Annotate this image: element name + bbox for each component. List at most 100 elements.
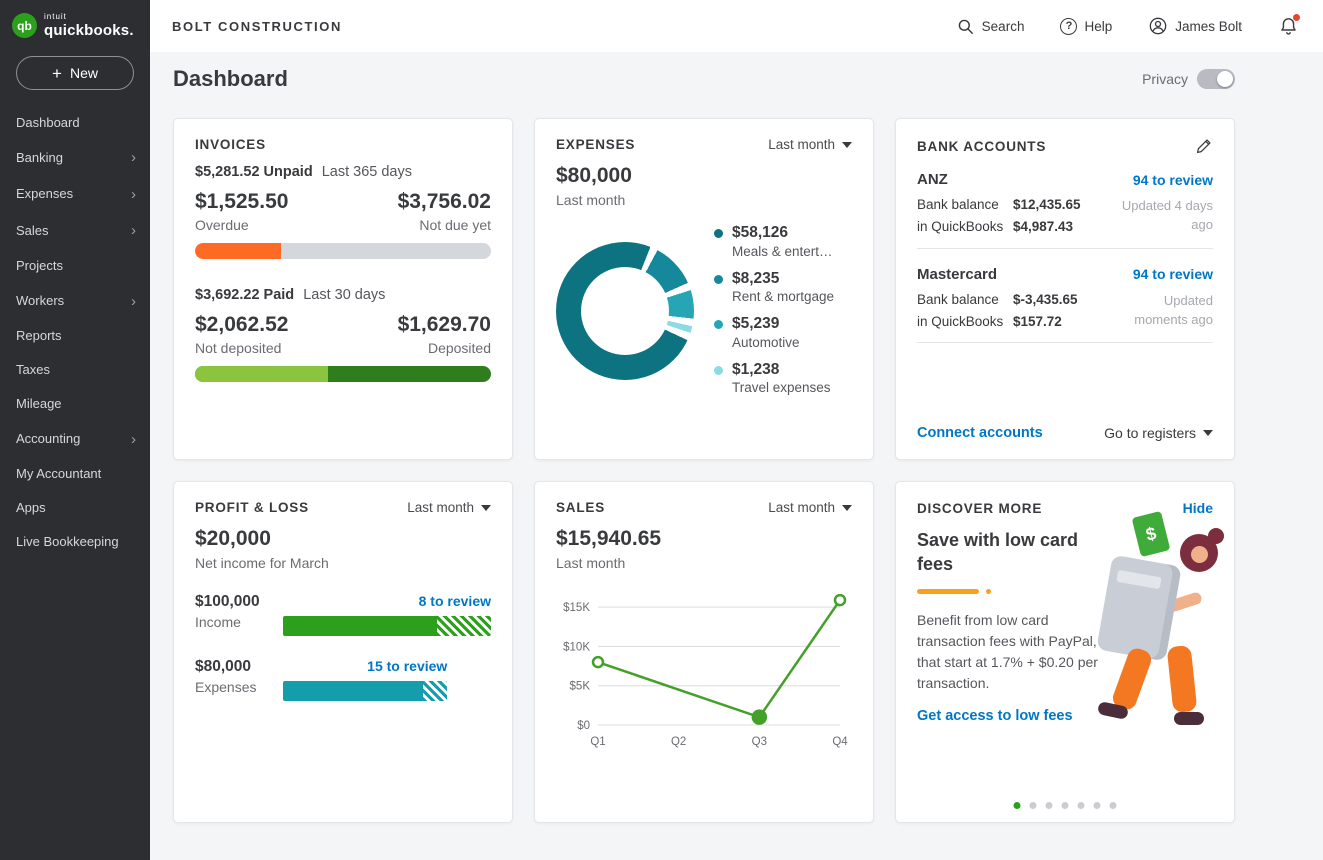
expenses-row: $80,000 Expenses 15 to review bbox=[195, 658, 491, 701]
sidebar-item-label: Sales bbox=[16, 223, 49, 240]
sidebar-item-mileage[interactable]: Mileage bbox=[0, 388, 150, 422]
svg-text:Q1: Q1 bbox=[590, 736, 605, 748]
sidebar-item-label: Banking bbox=[16, 150, 63, 167]
notifications-button[interactable] bbox=[1278, 16, 1299, 37]
quickbooks-logo[interactable]: qb intuit quickbooks. bbox=[0, 0, 150, 48]
carousel-dot[interactable] bbox=[1094, 802, 1101, 809]
carousel-dot[interactable] bbox=[1110, 802, 1117, 809]
profit-loss-period-label: Last month bbox=[407, 500, 474, 515]
income-label: Income bbox=[195, 614, 283, 630]
profit-loss-card-title: PROFIT & LOSS bbox=[195, 500, 309, 515]
expenses-review-link[interactable]: 15 to review bbox=[283, 658, 447, 674]
net-income-subtitle: Net income for March bbox=[195, 555, 491, 571]
user-icon bbox=[1148, 16, 1168, 36]
legend-item[interactable]: $8,235Rent & mortgage bbox=[714, 270, 852, 307]
sales-total: $15,940.65 bbox=[556, 527, 852, 551]
chevron-right-icon bbox=[131, 430, 136, 450]
top-bar: BOLT CONSTRUCTION Search Help James Bolt bbox=[150, 0, 1323, 52]
new-button[interactable]: New bbox=[16, 56, 134, 90]
account-review-link[interactable]: 94 to review bbox=[1133, 172, 1213, 188]
top-actions: Search Help James Bolt bbox=[956, 16, 1299, 37]
account-updated: Updated moments ago bbox=[1116, 292, 1213, 330]
sidebar-item-live-bookkeeping[interactable]: Live Bookkeeping bbox=[0, 526, 150, 560]
hide-link[interactable]: Hide bbox=[1183, 500, 1213, 516]
svg-text:$5K: $5K bbox=[570, 681, 591, 693]
sidebar-item-label: Dashboard bbox=[16, 115, 80, 132]
sales-period-dropdown[interactable]: Last month bbox=[768, 500, 852, 515]
go-to-registers-dropdown[interactable]: Go to registers bbox=[1104, 425, 1213, 441]
sidebar-item-taxes[interactable]: Taxes bbox=[0, 354, 150, 388]
carousel-dot[interactable] bbox=[1062, 802, 1069, 809]
sidebar-item-label: Live Bookkeeping bbox=[16, 534, 119, 551]
legend-amount: $5,239 bbox=[732, 315, 779, 332]
brand-text: intuit quickbooks. bbox=[44, 13, 134, 38]
quickbooks-app: qb intuit quickbooks. New Dashboard Bank… bbox=[0, 0, 1323, 860]
card-stripe-graphic bbox=[1116, 570, 1161, 589]
sidebar-item-dashboard[interactable]: Dashboard bbox=[0, 106, 150, 140]
carousel-dots bbox=[1014, 802, 1117, 809]
main-area: BOLT CONSTRUCTION Search Help James Bolt bbox=[150, 0, 1323, 860]
sidebar-item-projects[interactable]: Projects bbox=[0, 249, 150, 283]
divider bbox=[917, 248, 1213, 249]
carousel-dot[interactable] bbox=[1030, 802, 1037, 809]
unpaid-progress-bar[interactable] bbox=[195, 243, 491, 259]
unpaid-bar-fill bbox=[195, 243, 281, 259]
connect-accounts-link[interactable]: Connect accounts bbox=[917, 425, 1043, 441]
sidebar-item-workers[interactable]: Workers bbox=[0, 283, 150, 320]
sidebar-item-apps[interactable]: Apps bbox=[0, 492, 150, 526]
credit-card-graphic bbox=[1096, 555, 1182, 662]
privacy-toggle[interactable] bbox=[1197, 69, 1235, 89]
expenses-period-dropdown[interactable]: Last month bbox=[768, 137, 852, 152]
expenses-bar[interactable] bbox=[283, 681, 447, 701]
legend-item[interactable]: $58,126Meals & entert… bbox=[714, 224, 852, 261]
privacy-label: Privacy bbox=[1142, 71, 1188, 87]
promo-cta-link[interactable]: Get access to low fees bbox=[917, 708, 1073, 724]
sidebar-item-my-accountant[interactable]: My Accountant bbox=[0, 458, 150, 492]
profit-loss-period-dropdown[interactable]: Last month bbox=[407, 500, 491, 515]
carousel-dot[interactable] bbox=[1014, 802, 1021, 809]
user-menu[interactable]: James Bolt bbox=[1148, 16, 1242, 36]
in-quickbooks-value: $4,987.43 bbox=[1013, 219, 1108, 235]
user-name-label: James Bolt bbox=[1175, 19, 1242, 34]
legend-bullet-icon bbox=[714, 320, 723, 329]
account-review-link[interactable]: 94 to review bbox=[1133, 266, 1213, 282]
paid-progress-bar[interactable] bbox=[195, 366, 491, 382]
pencil-icon[interactable] bbox=[1195, 137, 1213, 155]
sidebar-item-expenses[interactable]: Expenses bbox=[0, 176, 150, 213]
sidebar-item-accounting[interactable]: Accounting bbox=[0, 421, 150, 458]
search-button[interactable]: Search bbox=[956, 17, 1025, 36]
carousel-dot[interactable] bbox=[1078, 802, 1085, 809]
carousel-dot[interactable] bbox=[1046, 802, 1053, 809]
quickbooks-label: quickbooks. bbox=[44, 23, 134, 38]
svg-text:Q3: Q3 bbox=[752, 736, 767, 748]
svg-text:$15K: $15K bbox=[563, 602, 590, 614]
notification-badge bbox=[1293, 14, 1300, 21]
sales-card: SALES Last month $15,940.65 Last month $… bbox=[534, 481, 874, 823]
legend-item[interactable]: $5,239Automotive bbox=[714, 315, 852, 352]
discover-card-title: DISCOVER MORE bbox=[917, 501, 1042, 516]
leg-graphic bbox=[1110, 646, 1154, 712]
income-bar[interactable] bbox=[283, 616, 491, 636]
legend-item[interactable]: $1,238Travel expenses bbox=[714, 361, 852, 398]
leg-graphic bbox=[1167, 645, 1198, 713]
legend-amount: $1,238 bbox=[732, 361, 779, 378]
sidebar-item-label: Workers bbox=[16, 293, 64, 310]
help-button[interactable]: Help bbox=[1060, 18, 1112, 35]
sidebar-item-sales[interactable]: Sales bbox=[0, 213, 150, 250]
sidebar-item-banking[interactable]: Banking bbox=[0, 140, 150, 177]
shoe-graphic bbox=[1174, 712, 1204, 725]
sales-card-title: SALES bbox=[556, 500, 605, 515]
unpaid-period: Last 365 days bbox=[322, 164, 412, 180]
hair-graphic bbox=[1180, 534, 1218, 572]
qb-logo-icon: qb bbox=[12, 13, 37, 38]
profit-loss-card: PROFIT & LOSS Last month $20,000 Net inc… bbox=[173, 481, 513, 823]
in-quickbooks-label: in QuickBooks bbox=[917, 219, 1005, 235]
income-bar-solid bbox=[283, 616, 437, 636]
chevron-right-icon bbox=[131, 292, 136, 312]
bank-accounts-card-title: BANK ACCOUNTS bbox=[917, 139, 1046, 154]
expenses-total: $80,000 bbox=[556, 164, 852, 188]
chevron-down-icon bbox=[481, 505, 491, 511]
search-label: Search bbox=[982, 19, 1025, 34]
income-review-link[interactable]: 8 to review bbox=[283, 593, 491, 609]
sidebar-item-reports[interactable]: Reports bbox=[0, 320, 150, 354]
